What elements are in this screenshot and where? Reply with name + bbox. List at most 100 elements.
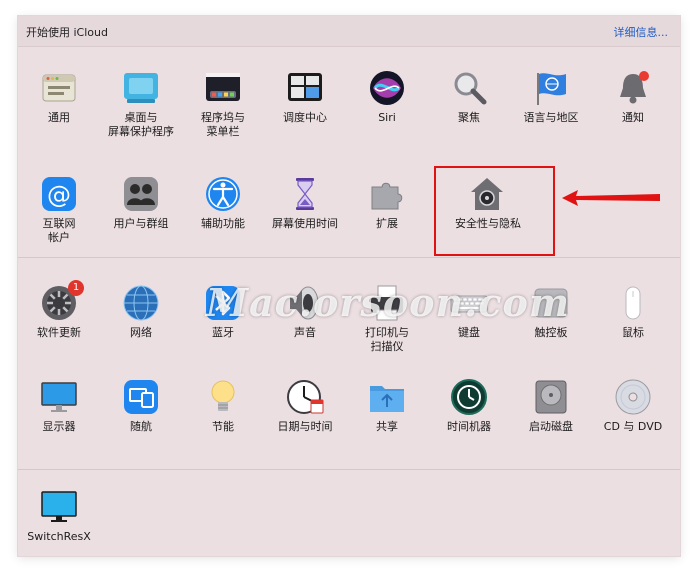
printers-scanners-icon <box>371 285 403 321</box>
energy-saver-icon <box>211 380 235 411</box>
pane-sound[interactable]: 声音 <box>264 284 346 368</box>
language-region-icon <box>537 73 566 105</box>
pane-trackpad[interactable]: 触控板 <box>510 284 592 368</box>
pane-cd-dvd[interactable]: CD 与 DVD <box>592 378 674 462</box>
bluetooth-icon <box>206 286 240 320</box>
pane-label: 聚焦 <box>458 111 480 124</box>
keyboard-icon <box>450 295 488 313</box>
pane-label: 显示器 <box>42 420 76 433</box>
pane-label: 程序坞与 菜单栏 <box>201 111 245 138</box>
highlight-box <box>434 166 555 256</box>
details-link[interactable]: 详细信息... <box>614 24 669 40</box>
sharing-icon <box>370 386 404 412</box>
section-hardware: 1 软件更新 网络 蓝牙 声音 打印机与 扫描仪 键盘 触控板 鼠标 显示器 随… <box>18 257 680 469</box>
pane-siri[interactable]: Siri <box>346 69 428 153</box>
notifications-icon <box>620 71 649 104</box>
pane-date-time[interactable]: 日期与时间 <box>264 378 346 462</box>
displays-icon <box>41 382 77 412</box>
pane-software-update[interactable]: 1 软件更新 <box>18 280 100 368</box>
pane-label: 桌面与 屏幕保护程序 <box>108 111 174 138</box>
sound-icon <box>290 286 319 320</box>
pane-label: 日期与时间 <box>277 420 333 433</box>
pane-label: 通用 <box>48 111 70 124</box>
pane-bluetooth[interactable]: 蓝牙 <box>182 284 264 368</box>
pane-keyboard[interactable]: 键盘 <box>428 284 510 368</box>
pane-label: 调度中心 <box>283 111 327 124</box>
pane-label: 打印机与 扫描仪 <box>365 326 409 353</box>
pane-label: 启动磁盘 <box>529 420 573 433</box>
pane-label: Siri <box>378 111 396 124</box>
pane-label: CD 与 DVD <box>603 420 663 433</box>
pane-mission-control[interactable]: 调度中心 <box>264 69 346 153</box>
pane-mouse[interactable]: 鼠标 <box>592 284 674 368</box>
pane-internet-accounts[interactable]: @ 互联网 帐户 <box>18 175 100 259</box>
accessibility-icon <box>206 177 240 211</box>
pane-accessibility[interactable]: 辅助功能 <box>182 175 264 259</box>
screen-time-icon <box>296 178 314 210</box>
pane-energy-saver[interactable]: 节能 <box>182 378 264 462</box>
mouse-icon <box>625 286 641 320</box>
section-other: SwitchResX <box>18 469 680 557</box>
general-icon <box>42 74 76 102</box>
icloud-banner: 开始使用 iCloud 详细信息... <box>18 16 680 47</box>
pane-label: 语言与地区 <box>523 111 579 124</box>
startup-disk-icon <box>535 380 567 414</box>
pane-sharing[interactable]: 共享 <box>346 378 428 462</box>
network-icon <box>123 285 159 321</box>
pane-label: 声音 <box>294 326 316 339</box>
pane-sidecar[interactable]: 随航 <box>100 378 182 462</box>
siri-icon <box>370 71 404 105</box>
pane-label: 屏幕使用时间 <box>272 217 338 230</box>
desktop-screensaver-icon <box>124 73 158 103</box>
pane-time-machine[interactable]: 时间机器 <box>428 378 510 462</box>
users-groups-icon <box>124 177 158 211</box>
sidecar-icon <box>124 380 158 414</box>
pane-label: 用户与群组 <box>113 217 169 230</box>
time-machine-icon <box>451 379 487 415</box>
pane-label: 共享 <box>376 420 398 433</box>
pane-screen-time[interactable]: 屏幕使用时间 <box>264 175 346 259</box>
pane-label: 随航 <box>130 420 152 433</box>
pane-label: 网络 <box>130 326 152 339</box>
pane-label: 蓝牙 <box>212 326 234 339</box>
banner-title: 开始使用 iCloud <box>26 26 108 39</box>
cd-dvd-icon <box>615 379 651 415</box>
spotlight-icon <box>454 72 487 105</box>
pane-label: 节能 <box>212 420 234 433</box>
svg-text:@: @ <box>47 181 71 209</box>
pane-label: 时间机器 <box>447 420 491 433</box>
pane-label: 扩展 <box>376 217 398 230</box>
pane-language-region[interactable]: 语言与地区 <box>510 69 592 153</box>
pane-label: 辅助功能 <box>201 217 245 230</box>
system-preferences-window: 开始使用 iCloud 详细信息... 通用 桌面与 屏幕保护程序 程序坞与 菜… <box>18 16 680 556</box>
pane-label: 触控板 <box>534 326 568 339</box>
red-arrow-icon <box>562 190 660 206</box>
extensions-icon <box>371 182 403 210</box>
pane-printers-scanners[interactable]: 打印机与 扫描仪 <box>346 284 428 368</box>
pane-network[interactable]: 网络 <box>100 284 182 368</box>
internet-accounts-icon: @ <box>42 177 76 211</box>
pane-switchresx[interactable]: SwitchResX <box>18 488 100 572</box>
mission-control-icon <box>288 73 322 101</box>
pane-label: 通知 <box>622 111 644 124</box>
date-time-icon <box>287 380 324 414</box>
pane-label: 鼠标 <box>622 326 644 339</box>
pane-general[interactable]: 通用 <box>18 69 100 153</box>
pane-users-groups[interactable]: 用户与群组 <box>100 175 182 259</box>
section-personal: 通用 桌面与 屏幕保护程序 程序坞与 菜单栏 调度中心 Siri 聚焦 语言与地… <box>18 47 680 256</box>
trackpad-icon <box>534 288 568 318</box>
pane-dock-menubar[interactable]: 程序坞与 菜单栏 <box>182 69 264 153</box>
pane-displays[interactable]: 显示器 <box>18 378 100 462</box>
pane-extensions[interactable]: 扩展 <box>346 175 428 259</box>
pane-spotlight[interactable]: 聚焦 <box>428 69 510 153</box>
pane-desktop-screensaver[interactable]: 桌面与 屏幕保护程序 <box>100 69 182 153</box>
update-count-badge: 1 <box>68 280 84 296</box>
pane-label: 软件更新 <box>37 326 81 339</box>
switchresx-icon <box>41 491 77 522</box>
pane-label: 互联网 帐户 <box>42 217 76 244</box>
pane-notifications[interactable]: 通知 <box>592 69 674 153</box>
dock-menubar-icon <box>206 73 240 101</box>
pane-startup-disk[interactable]: 启动磁盘 <box>510 378 592 462</box>
pane-label: 键盘 <box>458 326 480 339</box>
pane-label: SwitchResX <box>27 530 91 543</box>
